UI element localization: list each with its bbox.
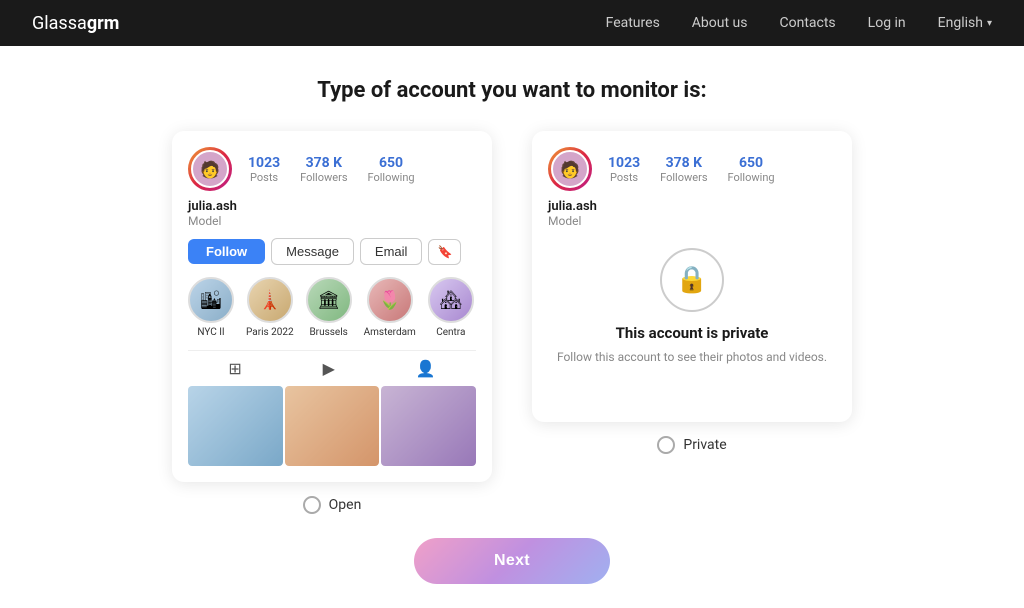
private-card-wrapper: 🧑 1023 Posts 378 K Followers xyxy=(532,131,852,454)
more-icon-button[interactable]: 🔖 xyxy=(428,239,461,265)
language-label: English xyxy=(938,15,983,31)
stat-posts-private: 1023 Posts xyxy=(608,155,640,184)
email-button[interactable]: Email xyxy=(360,238,423,265)
person-icon[interactable]: 👤 xyxy=(416,359,436,378)
thumbnail-1 xyxy=(188,386,283,466)
stat-posts-open: 1023 Posts xyxy=(248,155,280,184)
username-open: julia.ash xyxy=(188,199,476,214)
radio-private[interactable]: Private xyxy=(657,436,726,454)
nav-link-features[interactable]: Features xyxy=(606,15,660,31)
stats-open: 1023 Posts 378 K Followers 650 Following xyxy=(248,155,476,184)
highlight-label-brussels: Brussels xyxy=(309,327,347,338)
page-title: Type of account you want to monitor is: xyxy=(317,78,706,103)
radio-open-label: Open xyxy=(329,497,362,513)
nav-link-contacts[interactable]: Contacts xyxy=(780,15,836,31)
radio-open[interactable]: Open xyxy=(303,496,362,514)
private-card: 🧑 1023 Posts 378 K Followers xyxy=(532,131,852,422)
followers-label: Followers xyxy=(300,171,347,184)
main-content: Type of account you want to monitor is: … xyxy=(0,46,1024,608)
video-icon[interactable]: ▶ xyxy=(323,359,335,378)
navbar: Glassagrm Features About us Contacts Log… xyxy=(0,0,1024,46)
avatar-open: 🧑 xyxy=(188,147,232,191)
following-label: Following xyxy=(368,171,415,184)
followers-value-p: 378 K xyxy=(666,155,702,171)
following-value-p: 650 xyxy=(739,155,763,171)
highlight-circle-central: 🏘 xyxy=(428,277,474,323)
user-desc-open: Model xyxy=(188,214,476,228)
following-label-p: Following xyxy=(728,171,775,184)
highlight-circle-paris: 🗼 xyxy=(247,277,293,323)
stat-following-private: 650 Following xyxy=(728,155,775,184)
thumbnail-2 xyxy=(285,386,380,466)
open-card: 🧑 1023 Posts 378 K Followers xyxy=(172,131,492,482)
highlight-central: 🏘 Centra xyxy=(428,277,474,338)
highlight-brussels: 🏛 Brussels xyxy=(306,277,352,338)
nav-link-login[interactable]: Log in xyxy=(868,15,906,31)
stat-following-open: 650 Following xyxy=(368,155,415,184)
private-description: Follow this account to see their photos … xyxy=(548,348,836,366)
grid-thumbnails xyxy=(188,386,476,466)
next-button[interactable]: Next xyxy=(414,538,610,584)
action-btns: Follow Message Email 🔖 xyxy=(188,238,476,265)
radio-circle-private xyxy=(657,436,675,454)
posts-value: 1023 xyxy=(248,155,280,171)
highlight-circle-amsterdam: 🌷 xyxy=(367,277,413,323)
logo-text: Glassagrm xyxy=(32,13,119,34)
tab-icons-row: ⊞ ▶ 👤 xyxy=(188,350,476,382)
highlight-label-central: Centra xyxy=(436,327,465,338)
username-private: julia.ash xyxy=(548,199,836,214)
avatar-private: 🧑 xyxy=(548,147,592,191)
highlights-row: 🏙 NYC II 🗼 Paris 2022 🏛 Brussels 🌷 xyxy=(188,277,476,338)
avatar-image-private: 🧑 xyxy=(551,150,589,188)
cards-row: 🧑 1023 Posts 378 K Followers xyxy=(172,131,852,514)
grid-icon[interactable]: ⊞ xyxy=(228,359,241,378)
stat-followers-private: 378 K Followers xyxy=(660,155,707,184)
radio-private-label: Private xyxy=(683,437,726,453)
chevron-down-icon: ▾ xyxy=(987,18,992,29)
language-selector[interactable]: English ▾ xyxy=(938,15,992,31)
logo: Glassagrm xyxy=(32,13,119,34)
followers-value: 378 K xyxy=(306,155,342,171)
thumbnail-3 xyxy=(381,386,476,466)
stats-private: 1023 Posts 378 K Followers 650 Following xyxy=(608,155,836,184)
posts-label: Posts xyxy=(250,171,278,184)
lock-icon: 🔒 xyxy=(660,248,724,312)
message-button[interactable]: Message xyxy=(271,238,354,265)
profile-row-open: 🧑 1023 Posts 378 K Followers xyxy=(188,147,476,191)
highlight-nyc: 🏙 NYC II xyxy=(188,277,234,338)
followers-label-p: Followers xyxy=(660,171,707,184)
highlight-label-amsterdam: Amsterdam xyxy=(364,327,416,338)
open-card-wrapper: 🧑 1023 Posts 378 K Followers xyxy=(172,131,492,514)
highlight-circle-brussels: 🏛 xyxy=(306,277,352,323)
radio-circle-open xyxy=(303,496,321,514)
highlight-circle-nyc: 🏙 xyxy=(188,277,234,323)
highlight-label-paris: Paris 2022 xyxy=(246,327,294,338)
private-title: This account is private xyxy=(548,324,836,342)
user-desc-private: Model xyxy=(548,214,836,228)
highlight-label-nyc: NYC II xyxy=(197,327,224,338)
highlight-paris: 🗼 Paris 2022 xyxy=(246,277,294,338)
nav-links: Features About us Contacts Log in Englis… xyxy=(606,15,992,31)
highlight-amsterdam: 🌷 Amsterdam xyxy=(364,277,416,338)
nav-link-about[interactable]: About us xyxy=(692,15,748,31)
following-value: 650 xyxy=(379,155,403,171)
next-btn-wrapper: Next xyxy=(414,538,610,584)
posts-value-p: 1023 xyxy=(608,155,640,171)
stat-followers-open: 378 K Followers xyxy=(300,155,347,184)
avatar-image-open: 🧑 xyxy=(191,150,229,188)
posts-label-p: Posts xyxy=(610,171,638,184)
follow-button[interactable]: Follow xyxy=(188,239,265,264)
profile-row-private: 🧑 1023 Posts 378 K Followers xyxy=(548,147,836,191)
